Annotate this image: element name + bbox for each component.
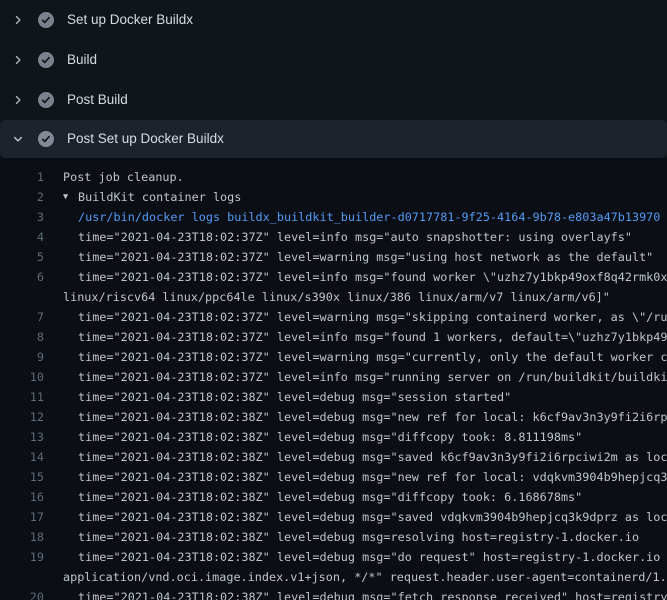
log-line: 16 ▼ time="2021-04-23T18:02:38Z" level=d… — [0, 487, 667, 507]
chevron-down-icon — [12, 133, 24, 145]
log-line-text: linux/riscv64 linux/ppc64le linux/s390x … — [63, 287, 610, 307]
log-line-number[interactable]: 7 — [0, 307, 44, 327]
log-line-number[interactable]: 19 — [0, 547, 44, 567]
step-label: Build — [67, 52, 97, 68]
step-build[interactable]: Build — [0, 40, 667, 80]
log-line-number[interactable]: 20 — [0, 587, 44, 600]
log-line-text: time="2021-04-23T18:02:38Z" level=debug … — [78, 487, 582, 507]
log-line-number[interactable]: 2 — [0, 187, 44, 207]
check-circle-icon — [38, 12, 54, 28]
check-circle-icon — [38, 52, 54, 68]
log-line: 17 ▼ time="2021-04-23T18:02:38Z" level=d… — [0, 507, 667, 527]
log-line-number[interactable]: 12 — [0, 407, 44, 427]
step-label: Post Build — [67, 92, 128, 108]
log-line-text: time="2021-04-23T18:02:38Z" level=debug … — [78, 467, 667, 487]
log-line: 14 ▼ time="2021-04-23T18:02:38Z" level=d… — [0, 447, 667, 467]
chevron-right-icon — [12, 54, 24, 66]
log-line-number[interactable]: 14 — [0, 447, 44, 467]
log-line: 8 ▼ time="2021-04-23T18:02:37Z" level=in… — [0, 327, 667, 347]
log-line-number[interactable]: 9 — [0, 347, 44, 367]
log-line-number[interactable]: 17 — [0, 507, 44, 527]
log-line-number[interactable]: 3 — [0, 207, 44, 227]
log-line: 13 ▼ time="2021-04-23T18:02:38Z" level=d… — [0, 427, 667, 447]
log-line: 11 ▼ time="2021-04-23T18:02:38Z" level=d… — [0, 387, 667, 407]
log-line-text: time="2021-04-23T18:02:37Z" level=info m… — [78, 267, 667, 287]
log-line: 15 ▼ time="2021-04-23T18:02:38Z" level=d… — [0, 467, 667, 487]
log-line-text: time="2021-04-23T18:02:38Z" level=debug … — [78, 547, 667, 567]
log-line: 1 ▼ Post job cleanup. — [0, 167, 667, 187]
log-line-text: time="2021-04-23T18:02:38Z" level=debug … — [78, 527, 639, 547]
log-line-text: BuildKit container logs — [78, 187, 241, 207]
log-line: ▼ linux/riscv64 linux/ppc64le linux/s390… — [0, 287, 667, 307]
log-line: 18 ▼ time="2021-04-23T18:02:38Z" level=d… — [0, 527, 667, 547]
log-line: 20 ▼ time="2021-04-23T18:02:38Z" level=d… — [0, 587, 667, 600]
log-lines: 1 ▼ Post job cleanup. 2 ▼ BuildKit conta… — [0, 167, 667, 600]
collapse-caret-icon[interactable]: ▼ — [63, 187, 78, 207]
log-line-text: time="2021-04-23T18:02:37Z" level=info m… — [78, 227, 632, 247]
log-line: 9 ▼ time="2021-04-23T18:02:37Z" level=wa… — [0, 347, 667, 367]
step-label: Post Set up Docker Buildx — [67, 131, 224, 147]
log-output: 1 ▼ Post job cleanup. 2 ▼ BuildKit conta… — [0, 158, 667, 600]
log-line-number[interactable] — [0, 567, 44, 587]
log-line-number[interactable]: 15 — [0, 467, 44, 487]
log-line: 3 ▼ /usr/bin/docker logs buildx_buildkit… — [0, 207, 667, 227]
log-line-text: time="2021-04-23T18:02:38Z" level=debug … — [78, 427, 582, 447]
log-line-number[interactable]: 4 — [0, 227, 44, 247]
log-line-text: time="2021-04-23T18:02:38Z" level=debug … — [78, 387, 511, 407]
log-line: 2 ▼ BuildKit container logs — [0, 187, 667, 207]
log-line-text: time="2021-04-23T18:02:37Z" level=info m… — [78, 367, 667, 387]
log-line-number[interactable]: 6 — [0, 267, 44, 287]
log-line: ▼ application/vnd.oci.image.index.v1+jso… — [0, 567, 667, 587]
steps-list: Set up Docker Buildx Build Post Build — [0, 0, 667, 158]
log-line-text: Post job cleanup. — [63, 167, 184, 187]
log-line-text: application/vnd.oci.image.index.v1+json,… — [63, 567, 667, 587]
log-line: 12 ▼ time="2021-04-23T18:02:38Z" level=d… — [0, 407, 667, 427]
log-line-text: time="2021-04-23T18:02:37Z" level=info m… — [78, 327, 667, 347]
step-label: Set up Docker Buildx — [67, 12, 193, 28]
log-line-number[interactable]: 16 — [0, 487, 44, 507]
check-circle-icon — [38, 92, 54, 108]
step-set-up-docker-buildx[interactable]: Set up Docker Buildx — [0, 0, 667, 40]
step-post-set-up-docker-buildx[interactable]: Post Set up Docker Buildx — [0, 120, 667, 158]
log-line-text: time="2021-04-23T18:02:38Z" level=debug … — [78, 507, 667, 527]
log-line-text: time="2021-04-23T18:02:37Z" level=warnin… — [78, 347, 667, 367]
log-line-text: time="2021-04-23T18:02:38Z" level=debug … — [78, 407, 667, 427]
log-line-number[interactable]: 18 — [0, 527, 44, 547]
log-line: 7 ▼ time="2021-04-23T18:02:37Z" level=wa… — [0, 307, 667, 327]
log-line-text: time="2021-04-23T18:02:38Z" level=debug … — [78, 587, 667, 600]
log-line-number[interactable]: 10 — [0, 367, 44, 387]
chevron-right-icon — [12, 14, 24, 26]
chevron-right-icon — [12, 94, 24, 106]
log-line-text: time="2021-04-23T18:02:38Z" level=debug … — [78, 447, 667, 467]
log-line-text: time="2021-04-23T18:02:37Z" level=warnin… — [78, 307, 667, 327]
log-line-number[interactable] — [0, 287, 44, 307]
log-line: 4 ▼ time="2021-04-23T18:02:37Z" level=in… — [0, 227, 667, 247]
log-line-number[interactable]: 13 — [0, 427, 44, 447]
log-line-number[interactable]: 5 — [0, 247, 44, 267]
log-line-number[interactable]: 1 — [0, 167, 44, 187]
log-line-text: time="2021-04-23T18:02:37Z" level=warnin… — [78, 247, 653, 267]
actions-log-panel: Set up Docker Buildx Build Post Build — [0, 0, 667, 600]
step-post-build[interactable]: Post Build — [0, 80, 667, 120]
log-line-number[interactable]: 8 — [0, 327, 44, 347]
log-line: 6 ▼ time="2021-04-23T18:02:37Z" level=in… — [0, 267, 667, 287]
log-line-number[interactable]: 11 — [0, 387, 44, 407]
log-line-text: /usr/bin/docker logs buildx_buildkit_bui… — [78, 207, 660, 227]
log-line: 5 ▼ time="2021-04-23T18:02:37Z" level=wa… — [0, 247, 667, 267]
check-circle-icon — [38, 131, 54, 147]
log-line: 10 ▼ time="2021-04-23T18:02:37Z" level=i… — [0, 367, 667, 387]
log-line: 19 ▼ time="2021-04-23T18:02:38Z" level=d… — [0, 547, 667, 567]
